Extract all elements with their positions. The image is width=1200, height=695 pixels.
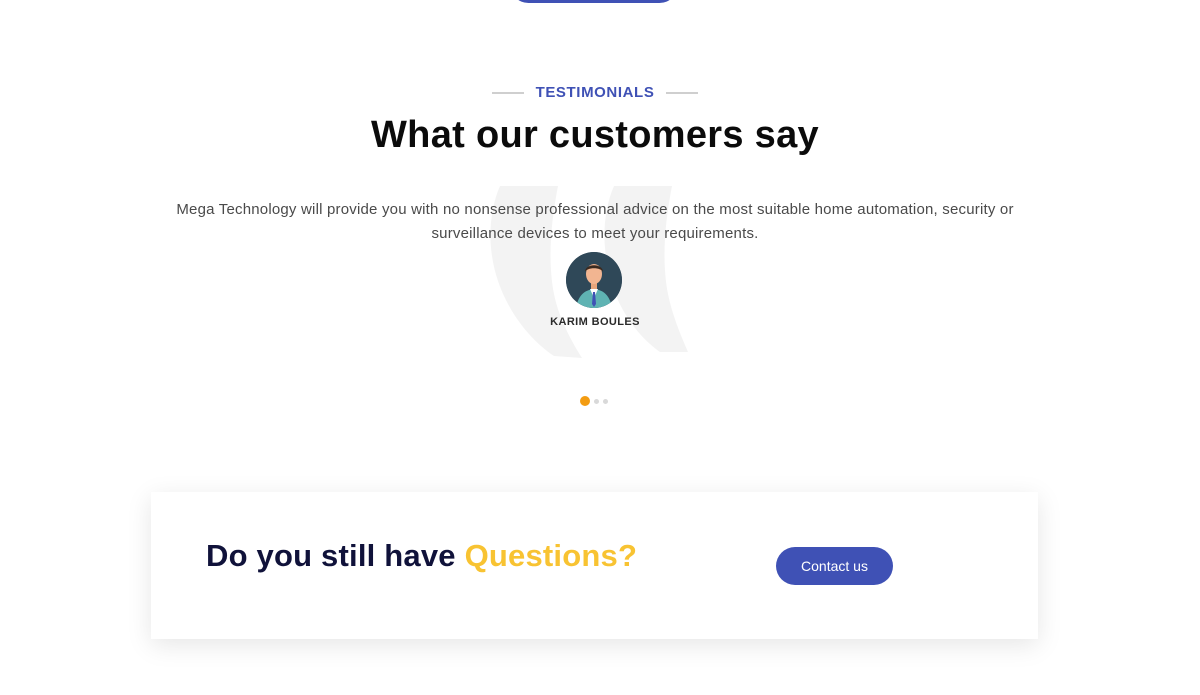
page: TESTIMONIALS What our customers say Mega… — [0, 0, 1200, 695]
cta-heading-accent: Questions? — [464, 538, 638, 573]
carousel-dot-2[interactable] — [594, 398, 599, 404]
testimonial-text: Mega Technology will provide you with no… — [176, 201, 1014, 242]
section-title: What our customers say — [371, 114, 819, 156]
eyebrow-line-left — [491, 91, 524, 94]
carousel-dot-1[interactable] — [580, 396, 590, 406]
contact-cta-card: Do you still have Questions? Contact us — [151, 492, 1038, 639]
cta-heading: Do you still have Questions? — [206, 538, 637, 574]
previous-section-button[interactable] — [510, 0, 678, 3]
carousel-dots — [580, 396, 608, 406]
carousel-dot-3[interactable] — [603, 398, 608, 404]
section-eyebrow: TESTIMONIALS — [0, 84, 1190, 101]
testimonial-author: KARIM BOULES — [550, 316, 640, 328]
contact-us-button[interactable]: Contact us — [776, 547, 893, 585]
cta-heading-prefix: Do you still have — [206, 538, 465, 573]
eyebrow-label: TESTIMONIALS — [535, 84, 655, 101]
eyebrow-line-right — [666, 91, 699, 94]
businessman-avatar-icon — [566, 252, 622, 308]
